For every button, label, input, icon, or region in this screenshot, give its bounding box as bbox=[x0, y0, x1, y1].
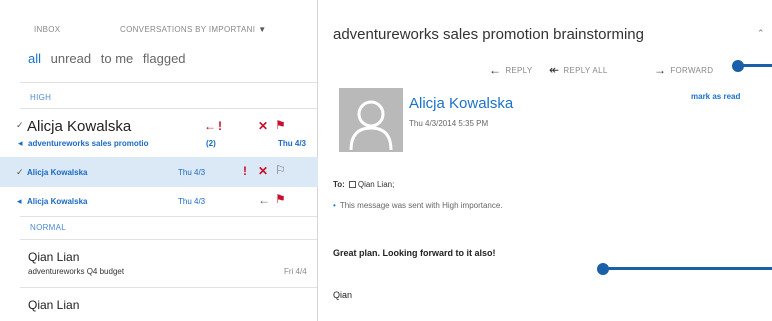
flag-icon[interactable]: ⚐ bbox=[275, 164, 286, 176]
list-item[interactable]: Qian Lian bbox=[0, 290, 318, 321]
sent-timestamp: Thu 4/3/2014 5:35 PM bbox=[409, 119, 489, 128]
divider bbox=[20, 216, 317, 217]
sender-name[interactable]: Alicja Kowalska bbox=[409, 95, 513, 112]
flag-icon[interactable]: ⚑ bbox=[275, 119, 286, 131]
list-item[interactable]: ◂ Alicja Kowalska Thu 4/3 ← ⚑ bbox=[0, 188, 318, 214]
filter-unread[interactable]: unread bbox=[51, 51, 91, 66]
conversation-sender: Alicja Kowalska bbox=[27, 118, 132, 135]
forward-button[interactable]: → FORWARD bbox=[654, 63, 713, 77]
callout-line bbox=[608, 267, 772, 270]
sort-label: CONVERSATIONS BY IMPORTANI bbox=[120, 25, 256, 34]
chevron-icon: ✓ bbox=[16, 120, 24, 130]
list-item[interactable]: ✓ Alicja Kowalska Thu 4/3 ! ✕ ⚐ bbox=[0, 157, 318, 187]
item-subject: adventureworks Q4 budget bbox=[28, 267, 125, 276]
reading-pane: adventureworks sales promotion brainstor… bbox=[319, 0, 772, 321]
recipients-line: To: Qian Lian; bbox=[333, 180, 394, 189]
reply-icon: ← bbox=[489, 63, 502, 77]
conversation-date: Thu 4/3 bbox=[278, 139, 307, 148]
message-signature: Qian bbox=[333, 290, 353, 300]
list-item[interactable]: Qian Lian adventureworks Q4 budget Fri 4… bbox=[0, 242, 318, 286]
reply-icon: ← bbox=[204, 119, 216, 133]
importance-note: • This message was sent with High importa… bbox=[333, 201, 503, 210]
reply-label: REPLY bbox=[505, 66, 533, 75]
message-subject: adventureworks sales promotion brainstor… bbox=[333, 26, 644, 43]
divider bbox=[20, 287, 317, 288]
message-body: Great plan. Looking forward to it also! bbox=[333, 248, 496, 258]
item-date: Fri 4/4 bbox=[284, 267, 307, 276]
importance-icon: • bbox=[333, 201, 336, 210]
item-date: Thu 4/3 bbox=[178, 168, 206, 177]
forward-icon: → bbox=[654, 63, 667, 77]
reply-all-icon: ↞ bbox=[549, 63, 560, 77]
filter-bar: all unread to me flagged bbox=[28, 51, 192, 66]
conversation-header[interactable]: ✓ Alicja Kowalska ◂ adventureworks sales… bbox=[0, 110, 318, 154]
avatar-icon bbox=[339, 88, 403, 152]
section-high-label: HIGH bbox=[30, 93, 52, 102]
recipient-name[interactable]: Qian Lian; bbox=[358, 180, 394, 189]
reply-all-button[interactable]: ↞ REPLY ALL bbox=[549, 63, 608, 77]
message-list-pane: INBOX CONVERSATIONS BY IMPORTANI ▼ all un… bbox=[0, 0, 318, 321]
flag-icon[interactable]: ⚑ bbox=[275, 193, 286, 205]
expand-icon: ◂ bbox=[17, 196, 22, 206]
folder-label: INBOX bbox=[34, 25, 61, 34]
filter-to-me[interactable]: to me bbox=[101, 51, 134, 66]
checkbox-icon[interactable] bbox=[348, 181, 356, 188]
filter-flagged[interactable]: flagged bbox=[143, 51, 186, 66]
item-sender: Qian Lian bbox=[28, 298, 80, 312]
sort-dropdown[interactable]: CONVERSATIONS BY IMPORTANI ▼ bbox=[120, 25, 266, 34]
importance-icon: ! bbox=[243, 164, 247, 178]
caret-down-icon: ▼ bbox=[258, 25, 267, 34]
callout-line bbox=[743, 64, 772, 67]
filter-all[interactable]: all bbox=[28, 51, 41, 66]
delete-icon[interactable]: ✕ bbox=[258, 165, 268, 177]
chevron-icon: ✓ bbox=[16, 167, 24, 177]
conversation-count: (2) bbox=[206, 139, 216, 148]
delete-icon[interactable]: ✕ bbox=[258, 120, 268, 132]
divider bbox=[20, 239, 317, 240]
item-date: Thu 4/3 bbox=[178, 197, 206, 206]
forward-label: FORWARD bbox=[670, 66, 714, 75]
to-label: To: bbox=[333, 180, 345, 189]
item-sender: Qian Lian bbox=[28, 250, 80, 264]
section-normal-label: NORMAL bbox=[30, 223, 67, 232]
divider bbox=[20, 108, 317, 109]
reply-button[interactable]: ← REPLY bbox=[489, 63, 532, 77]
collapse-icon[interactable]: ⌃ bbox=[757, 28, 765, 39]
item-sender: Alicja Kowalska bbox=[27, 197, 88, 206]
importance-icon: ! bbox=[218, 119, 222, 133]
importance-text: This message was sent with High importan… bbox=[339, 201, 503, 210]
conversation-subject: adventureworks sales promotio bbox=[28, 139, 149, 148]
reply-icon: ← bbox=[258, 193, 270, 207]
expand-icon: ◂ bbox=[18, 138, 23, 148]
item-sender: Alicja Kowalska bbox=[27, 168, 88, 177]
mark-as-read-link[interactable]: mark as read bbox=[691, 92, 740, 101]
reply-all-label: REPLY ALL bbox=[563, 66, 608, 75]
divider bbox=[20, 82, 317, 83]
